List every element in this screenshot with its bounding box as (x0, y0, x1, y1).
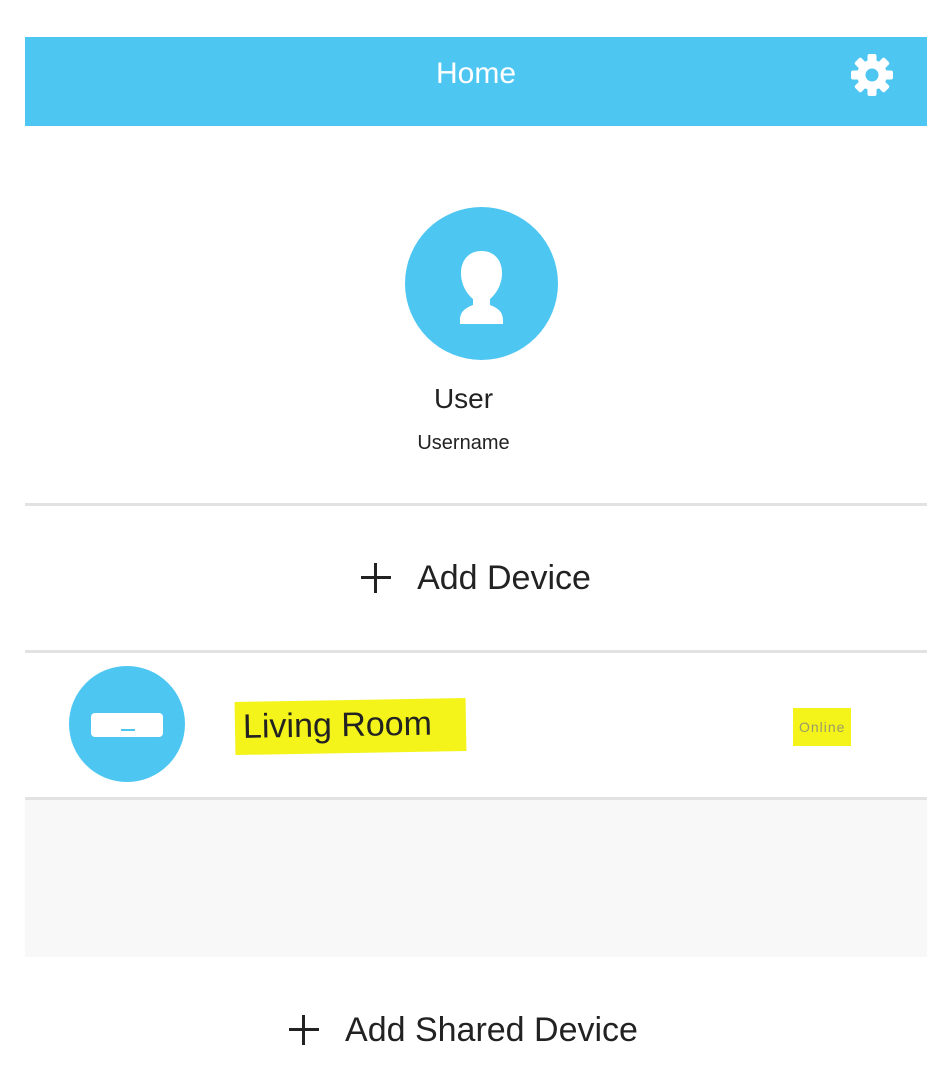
plus-icon (361, 563, 392, 593)
user-icon (460, 251, 503, 324)
empty-device-area (25, 800, 927, 957)
user-username: Username (417, 432, 510, 454)
divider (25, 503, 927, 506)
device-name: Living Room (234, 697, 467, 756)
divider (25, 650, 927, 653)
air-conditioner-icon (69, 666, 185, 782)
add-shared-device-button[interactable]: Add Shared Device (0, 990, 927, 1070)
device-status-badge: Online (793, 708, 852, 746)
add-shared-device-label: Add Shared Device (345, 1010, 638, 1049)
gear-icon[interactable] (850, 53, 894, 97)
page-title: Home (435, 57, 517, 90)
plus-icon (289, 1015, 320, 1045)
avatar[interactable] (405, 207, 558, 360)
top-app-bar: Home (25, 37, 927, 126)
user-display-name: User (433, 383, 494, 414)
add-device-label: Add Device (417, 558, 591, 597)
add-device-button[interactable]: Add Device (25, 507, 927, 649)
device-row-living-room[interactable]: Living Room Online (25, 656, 927, 798)
